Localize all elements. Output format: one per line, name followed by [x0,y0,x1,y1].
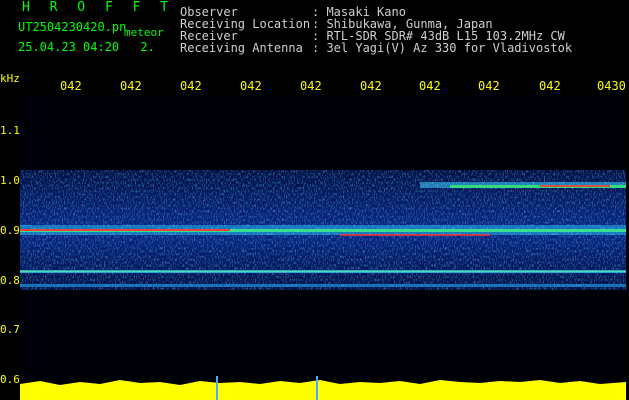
time-tick: 042 [240,79,262,93]
signal-trace-lower-green [20,271,626,272]
power-strip [20,376,626,400]
time-tick: 042 [539,79,561,93]
power-trace [20,380,626,400]
axis-unit-label: kHz [0,72,20,85]
signal-trace-bottom [20,284,626,287]
power-marker [216,376,218,400]
header-values: : Masaki Kano : Shibukawa, Gunma, Japan … [312,6,572,54]
header-label-antenna: Receiving Antenna [180,41,303,55]
time-tick: 042 [60,79,82,93]
freq-tick: 0.7 [0,323,20,336]
time-tick: 0430 [597,79,626,93]
signal-trace-main-red-right [340,234,490,236]
freq-tick: 1.1 [0,124,20,137]
file-label: meteor [124,26,164,39]
time-tick: 042 [300,79,322,93]
time-tick: 042 [478,79,500,93]
page-mark: 2. [140,40,155,54]
time-tick: 042 [360,79,382,93]
time-tick: 042 [120,79,142,93]
timestamp-text: 25.04.23 04:20 [18,40,120,54]
spectrogram [20,96,626,376]
time-tick: 042 [180,79,202,93]
app-title: H R O F F T [22,0,175,15]
signal-trace-upper-red [540,185,610,187]
freq-tick: 0.8 [0,274,20,287]
freq-tick: 0.9 [0,224,20,237]
freq-tick: 1.0 [0,174,20,187]
header-value-antenna: : 3el Yagi(V) Az 330 for Vladivostok [312,41,573,55]
time-tick: 042 [419,79,441,93]
timestamp: 25.04.23 04:20 2. [18,40,155,54]
freq-tick: 0.6 [0,373,20,386]
file-name: UT2504230420.pn [18,20,127,34]
header-labels: Observer Receiving Location Receiver Rec… [180,6,310,54]
signal-trace-main-red [20,229,230,231]
power-marker [316,376,318,400]
